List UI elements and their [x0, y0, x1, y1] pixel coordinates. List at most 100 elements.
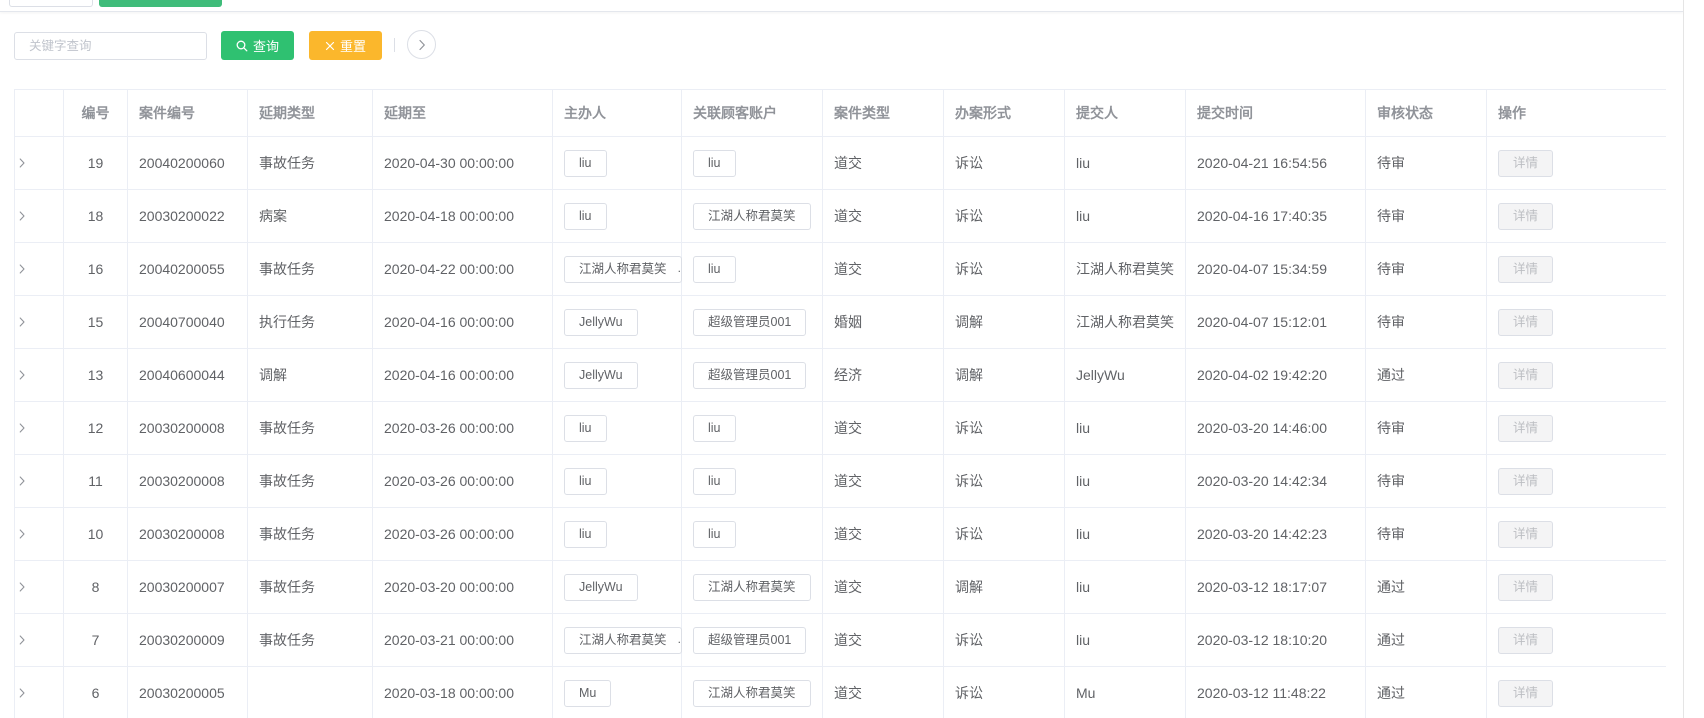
submit-time-value: 2020-03-12 18:17:07	[1197, 579, 1327, 595]
handling-form-value: 调解	[955, 314, 983, 330]
column-header-id: 编号	[63, 89, 128, 137]
column-header-label: 关联顾客账户	[693, 105, 777, 121]
cell-review-status: 待审	[1365, 242, 1487, 296]
cell-handling-form: 诉讼	[943, 136, 1065, 190]
cell-submitter: liu	[1064, 613, 1186, 667]
detail-button[interactable]: 详情	[1498, 679, 1554, 707]
cell-case-type: 道交	[822, 454, 944, 508]
account-tag: 江湖人称君莫笑	[693, 202, 811, 230]
cell-case-type: 经济	[822, 348, 944, 402]
case-type-value: 婚姻	[834, 314, 862, 330]
chevron-right-icon[interactable]	[15, 421, 29, 435]
delay-until-value: 2020-03-26 00:00:00	[384, 420, 514, 436]
case-type-value: 道交	[834, 579, 862, 595]
reset-button[interactable]: 重置	[309, 31, 382, 60]
cell-delay-type: 事故任务	[247, 560, 373, 614]
detail-button[interactable]: 详情	[1498, 626, 1554, 654]
case-number-value: 20030200008	[139, 420, 225, 436]
cell-host: liu	[552, 401, 682, 455]
cell-delay-type: 事故任务	[247, 136, 373, 190]
detail-button[interactable]: 详情	[1498, 255, 1554, 283]
host-tags: liu	[553, 520, 681, 548]
cell-host: Mu	[552, 666, 682, 718]
reset-button-label: 重置	[339, 39, 366, 54]
case-number-value: 20040600044	[139, 367, 225, 383]
cell-action: 详情	[1486, 454, 1666, 508]
cell-id: 12	[63, 401, 128, 455]
cell-submitter: liu	[1064, 560, 1186, 614]
top-tab-active[interactable]	[99, 0, 222, 7]
host-tag: liu	[564, 520, 607, 548]
column-header-label: 主办人	[564, 105, 606, 121]
case-type-value: 道交	[834, 261, 862, 277]
cell-id: 16	[63, 242, 128, 296]
submit-time-value: 2020-03-20 14:46:00	[1197, 420, 1327, 436]
detail-button[interactable]: 详情	[1498, 520, 1554, 548]
detail-button[interactable]: 详情	[1498, 361, 1554, 389]
chevron-right-icon[interactable]	[15, 262, 29, 276]
column-header-expand	[14, 89, 64, 137]
host-tags: JellyWu	[553, 308, 681, 336]
case-number-value: 20040200060	[139, 155, 225, 171]
detail-button[interactable]: 详情	[1498, 573, 1554, 601]
detail-button[interactable]: 详情	[1498, 202, 1554, 230]
chevron-right-icon[interactable]	[15, 527, 29, 541]
cell-submitter: liu	[1064, 189, 1186, 243]
delay-until-value: 2020-03-18 00:00:00	[384, 685, 514, 701]
cell-action: 详情	[1486, 348, 1666, 402]
handling-form-value: 诉讼	[955, 526, 983, 542]
table-row: 15 20040700040 执行任务 2020-04-16 00:00:00 Jell…	[14, 295, 1666, 349]
chevron-right-icon[interactable]	[15, 156, 29, 170]
chevron-right-icon[interactable]	[15, 580, 29, 594]
cell-handling-form: 调解	[943, 295, 1065, 349]
account-tag: 江湖人称君莫笑	[693, 679, 811, 707]
column-header-case-type: 案件类型	[822, 89, 944, 137]
table-container: 编号 案件编号 延期类型 延期至 主办人 关联顾客账户 案件类型 办案形式 提交人 提交时间 审核状…	[14, 89, 1666, 718]
account-tag: liu	[693, 414, 736, 442]
chevron-right-icon[interactable]	[15, 315, 29, 329]
account-tag: 江湖人称君莫笑	[693, 573, 811, 601]
chevron-right-icon[interactable]	[15, 686, 29, 700]
keyword-search-input[interactable]	[14, 32, 207, 60]
vertical-scrollbar[interactable]	[1683, 0, 1704, 718]
cell-delay-type: 事故任务	[247, 613, 373, 667]
case-number-value: 20030200007	[139, 579, 225, 595]
column-header-host: 主办人	[552, 89, 682, 137]
submitter-value: liu	[1076, 526, 1091, 542]
detail-button[interactable]: 详情	[1498, 414, 1554, 442]
table-row: 8 20030200007 事故任务 2020-03-20 00:00:00 Jelly…	[14, 560, 1666, 614]
cell-submitter: Mu	[1064, 666, 1186, 718]
cell-id: 15	[63, 295, 128, 349]
expand-search-toggle-button[interactable]	[407, 30, 436, 59]
delay-type-value: 事故任务	[259, 473, 315, 489]
linked-account-tags: liu	[682, 414, 822, 442]
table-body: 19 20040200060 事故任务 2020-04-30 00:00:00 liu l…	[14, 136, 1666, 718]
detail-button[interactable]: 详情	[1498, 467, 1554, 495]
table-row: 13 20040600044 调解 2020-04-16 00:00:00 JellyW…	[14, 348, 1666, 402]
cell-action: 详情	[1486, 401, 1666, 455]
top-tab[interactable]	[9, 0, 93, 7]
chevron-right-icon[interactable]	[15, 633, 29, 647]
chevron-right-icon	[418, 39, 426, 51]
chevron-right-icon[interactable]	[15, 474, 29, 488]
case-type-value: 道交	[834, 632, 862, 648]
cell-case-number: 20030200022	[127, 189, 248, 243]
cell-handling-form: 诉讼	[943, 242, 1065, 296]
cell-action: 详情	[1486, 242, 1666, 296]
cell-delay-type: 事故任务	[247, 507, 373, 561]
cell-case-number: 20030200008	[127, 401, 248, 455]
query-button[interactable]: 查询	[221, 31, 294, 60]
review-status-value: 待审	[1377, 526, 1405, 542]
account-tag: 超级管理员001	[693, 308, 807, 336]
cell-review-status: 通过	[1365, 613, 1487, 667]
detail-button[interactable]: 详情	[1498, 308, 1554, 336]
cell-case-type: 道交	[822, 560, 944, 614]
column-header-label: 编号	[81, 105, 110, 121]
id-value: 11	[88, 473, 103, 489]
detail-button[interactable]: 详情	[1498, 149, 1554, 177]
chevron-right-icon[interactable]	[15, 368, 29, 382]
linked-account-tags: 超级管理员001	[682, 626, 822, 654]
delay-until-value: 2020-03-26 00:00:00	[384, 526, 514, 542]
chevron-right-icon[interactable]	[15, 209, 29, 223]
submitter-value: JellyWu	[1076, 367, 1125, 383]
